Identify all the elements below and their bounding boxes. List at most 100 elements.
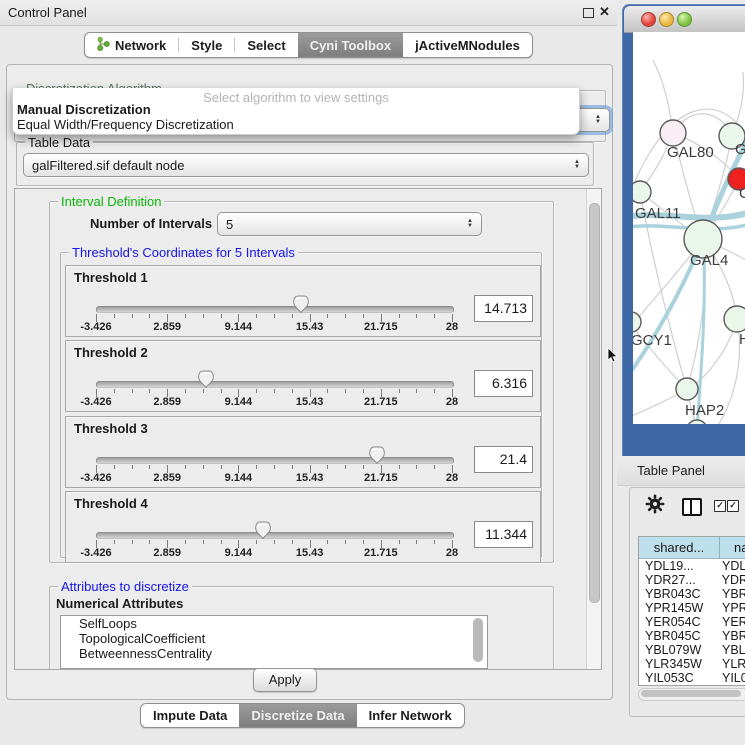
tick-mark [114,314,115,318]
slider-track[interactable] [96,532,454,539]
close-icon[interactable]: ✕ [599,4,610,20]
slider-track[interactable] [96,457,454,464]
cell-name: YER0 [720,615,745,629]
tick-mark [132,540,133,544]
threshold-value-field[interactable]: 6.316 [474,370,533,397]
tick-label: 2.859 [153,396,181,408]
tick-mark [327,540,328,544]
tick-label: 28 [446,472,458,484]
numerical-attributes-label: Numerical Attributes [56,596,183,611]
numerical-attributes-list[interactable]: SelfLoopsTopologicalCoefficientBetweenne… [60,615,488,669]
threshold-value-field[interactable]: 14.713 [474,295,533,322]
tab-impute-data[interactable]: Impute Data [141,704,239,727]
column-header-shared-name[interactable]: shared... [639,537,720,558]
tick-mark [363,540,364,544]
slider-track[interactable] [96,306,454,313]
table-data-combobox[interactable]: galFiltered.sif default node ▲▼ [23,153,589,177]
minimize-traffic-light[interactable] [659,12,674,27]
toolbox-tab-bar: Network Style Select Cyni Toolbox jActiv… [84,32,533,58]
tick-mark [149,540,150,544]
column-header-name[interactable]: na [720,537,745,558]
close-traffic-light[interactable] [641,12,656,27]
network-node[interactable] [633,181,651,203]
tick-mark [399,389,400,393]
float-window-icon[interactable] [583,8,594,18]
tick-label: 9.144 [225,396,253,408]
table-header-row: shared... na [639,537,745,559]
list-item[interactable]: TopologicalCoefficient [61,631,487,646]
network-window-titlebar [624,6,745,33]
table-row[interactable]: YDR27...YDR2 [639,573,745,587]
table-row[interactable]: YBL079WYBL0 [639,643,745,657]
tick-mark [434,540,435,544]
checkbox-icon[interactable]: ✓ [714,500,726,512]
tick-mark [149,314,150,318]
tab-select[interactable]: Select [235,33,297,57]
tick-mark [345,389,346,393]
table-row[interactable]: YLR345WYLR3 [639,657,745,671]
network-node[interactable] [687,420,707,424]
threshold-label: Threshold 3 [74,421,148,436]
table-data-group: Table Data galFiltered.sif default node … [16,142,594,186]
slider-thumb[interactable] [293,295,309,313]
threshold-value-field[interactable]: 21.4 [474,446,533,473]
tab-network-label: Network [115,38,166,53]
horizontal-scrollbar-track[interactable] [638,688,745,701]
combo-arrows-icon: ▲▼ [467,219,473,229]
cell-shared-name: YBL079W [639,643,720,657]
network-node[interactable] [660,120,686,146]
cell-name: YPR1 [720,601,745,615]
threshold-value-field[interactable]: 11.344 [474,521,533,548]
tab-jactivemnodules[interactable]: jActiveMNodules [403,33,532,57]
network-node-label: HAP2 [685,402,724,419]
gear-icon[interactable] [645,494,665,517]
tab-style[interactable]: Style [179,33,234,57]
cell-shared-name: YLR345W [639,657,720,671]
vertical-scrollbar-track[interactable] [586,189,601,669]
threshold-panel: Threshold 4-3.4262.8599.14415.4321.71528… [65,491,541,563]
popup-option-equal-width[interactable]: Equal Width/Frequency Discretization [17,117,234,132]
threshold-label: Threshold 2 [74,345,148,360]
zoom-traffic-light[interactable] [677,12,692,27]
slider-track[interactable] [96,381,454,388]
slider-thumb[interactable] [369,446,385,464]
tab-infer-network[interactable]: Infer Network [357,704,464,727]
table-row[interactable]: YDL19...YDL1 [639,559,745,573]
vertical-scrollbar-thumb[interactable] [589,203,600,603]
horizontal-scrollbar-thumb[interactable] [641,690,741,697]
tab-discretize-data[interactable]: Discretize Data [239,704,356,727]
number-of-intervals-combobox[interactable]: 5 ▲▼ [217,212,482,236]
checkbox-icon[interactable]: ✓ [727,500,739,512]
algorithm-dropdown-popup: Select algorithm to view settings Manual… [12,88,580,135]
network-node[interactable] [724,306,745,332]
slider-thumb[interactable] [198,370,214,388]
tick-label: 21.715 [364,472,398,484]
table-row[interactable]: YIL053CYIL0 [639,671,745,685]
popup-option-manual[interactable]: Manual Discretization [17,102,151,117]
table-row[interactable]: YER054CYER0 [639,615,745,629]
split-columns-icon[interactable] [682,498,702,516]
list-item[interactable]: BetweennessCentrality [61,646,487,661]
table-row[interactable]: YPR145WYPR1 [639,601,745,615]
table-row[interactable]: YBR043CYBR0 [639,587,745,601]
network-canvas[interactable]: GAL80GACGAL11GAL4GCY1HHAP2 [633,32,745,424]
node-attribute-table[interactable]: shared... na YDL19...YDL1YDR27...YDR2YBR… [638,536,745,686]
slider-thumb[interactable] [255,521,271,539]
tab-cyni-toolbox[interactable]: Cyni Toolbox [298,33,403,57]
network-tree-icon [97,37,110,54]
tick-mark [221,389,222,393]
list-item[interactable]: SelfLoops [61,616,487,631]
network-node[interactable] [676,378,698,400]
combo-arrows-icon: ▲▼ [574,160,580,170]
network-view-window: GAL80GACGAL11GAL4GCY1HHAP2 [622,4,745,456]
tick-label: 15.43 [296,321,324,333]
tick-mark [221,314,222,318]
table-row[interactable]: YBR045CYBR0 [639,629,745,643]
cell-shared-name: YER054C [639,615,720,629]
list-scrollbar-thumb[interactable] [473,618,483,662]
threshold-panel: Threshold 3-3.4262.8599.14415.4321.71528… [65,416,541,488]
tick-mark [416,465,417,469]
apply-button[interactable]: Apply [253,668,317,692]
tab-network[interactable]: Network [85,33,178,57]
tick-label: 2.859 [153,472,181,484]
